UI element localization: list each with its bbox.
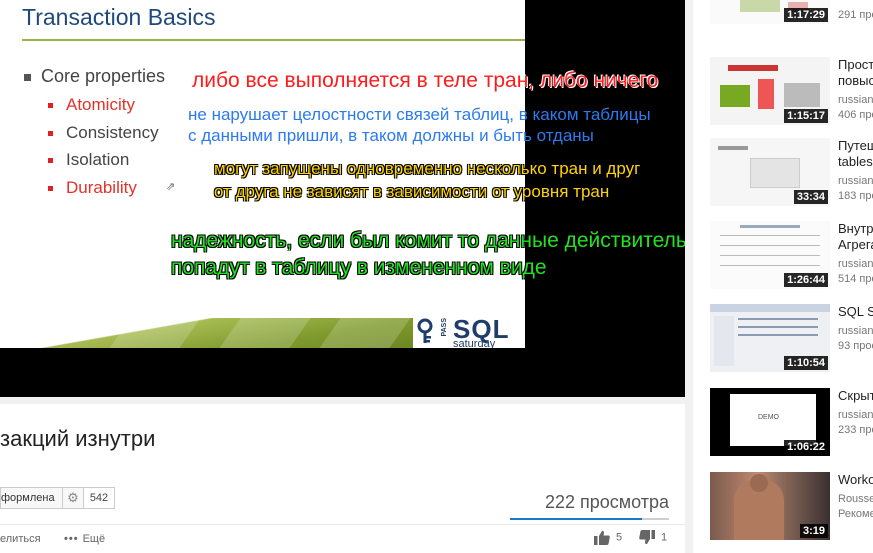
video-title[interactable]: Внутр — [838, 221, 873, 237]
video-duration: 33:34 — [793, 190, 828, 204]
bullet-square-icon — [48, 186, 53, 192]
video-views: 183 прос — [838, 190, 873, 202]
video-title-line2[interactable]: повыс — [838, 73, 873, 89]
video-thumbnail[interactable]: DEMO 1:06:22 — [710, 388, 830, 456]
subtitle-durability-line1: надежность, если был комит то данные дей… — [171, 229, 685, 252]
video-title[interactable]: Скрыт — [838, 388, 873, 404]
share-button[interactable]: елиться — [0, 533, 41, 545]
video-title-line2[interactable]: tables — [838, 154, 873, 170]
subtitle-durability-line2: попадут в таблицу в измененном виде — [171, 256, 547, 279]
video-title-line2[interactable]: Агрега — [838, 237, 873, 253]
video-views: Рекоме — [838, 508, 873, 520]
video-thumbnail[interactable]: 3:19 — [710, 472, 830, 540]
slide-bullet-core: Core properties — [24, 66, 165, 87]
subtitle-isolation-line2: от друга не зависят в зависимости от уро… — [214, 182, 610, 201]
video-channel[interactable]: russian — [838, 93, 873, 107]
slide-item-consistency: Consistency — [48, 123, 159, 143]
video-duration: 1:15:17 — [784, 109, 828, 123]
video-views: 406 прос — [838, 109, 873, 121]
info-divider — [0, 524, 685, 525]
more-dots-icon: ••• — [64, 533, 79, 545]
key-icon — [417, 318, 433, 343]
subtitle-consistency-line2: с данными пришли, в таком должны и быть … — [188, 126, 594, 145]
video-channel[interactable]: russian — [838, 257, 873, 271]
subscription-button[interactable]: формлена — [0, 487, 62, 509]
video-channel[interactable]: russian — [838, 324, 873, 338]
video-duration: 1:17:29 — [784, 8, 828, 22]
recommendations-sidebar: 1:17:29 291 прос 1:15:17 Прост повыс rus… — [693, 0, 873, 553]
video-thumbnail[interactable]: 33:34 — [710, 138, 830, 206]
slide-item-isolation: Isolation — [48, 150, 129, 170]
slide-item-atomicity: Atomicity — [48, 95, 135, 115]
video-views: 93 прос — [838, 340, 873, 352]
dislike-button[interactable]: 1 — [639, 530, 667, 545]
video-thumbnail[interactable]: 1:10:54 — [710, 304, 830, 372]
recommended-video[interactable]: DEMO 1:06:22 Скрыт russian 233 прос — [710, 388, 873, 456]
video-player[interactable]: Transaction Basics Core properties Atomi… — [0, 0, 685, 397]
video-views: 514 прос — [838, 273, 873, 285]
bullet-square-icon — [48, 103, 53, 109]
bullet-square-icon — [48, 158, 53, 164]
view-count: 222 просмотра — [544, 492, 669, 512]
video-title[interactable]: Прост — [838, 57, 873, 73]
video-title[interactable]: Путеш — [838, 138, 873, 154]
like-button[interactable]: 5 — [594, 530, 622, 545]
subtitle-atomicity: либо все выполняется в теле тран, либо н… — [192, 69, 659, 92]
video-info-panel: закций изнутри формлена ⚙ 542 222 просмо… — [0, 404, 685, 553]
thumbs-up-icon — [594, 530, 610, 545]
video-views: 233 прос — [838, 424, 873, 436]
video-duration: 1:26:44 — [784, 273, 828, 287]
subtitle-consistency-line1: не нарушает целостности связей таблиц, в… — [188, 105, 651, 124]
recommended-video[interactable]: 33:34 Путеш tables russian 183 прос — [710, 138, 873, 206]
thumbs-down-icon — [639, 530, 655, 545]
bullet-square-icon — [48, 131, 53, 137]
subscription-settings-gear-icon[interactable]: ⚙ — [62, 487, 84, 509]
subtitle-isolation-line1: могут запущены одновременно несколько тр… — [214, 159, 641, 178]
video-duration: 3:19 — [799, 524, 828, 538]
slide-title-rule — [22, 39, 525, 41]
recommended-video[interactable]: 1:10:54 SQL S russian 93 прос — [710, 304, 873, 372]
video-channel[interactable]: Rousse — [838, 492, 873, 506]
video-title: закций изнутри — [0, 426, 156, 451]
video-channel[interactable]: russian — [838, 408, 873, 422]
more-button[interactable]: ••• Ещё — [64, 533, 105, 545]
video-thumbnail[interactable]: 1:26:44 — [710, 221, 830, 289]
recommended-video[interactable]: 1:17:29 291 прос — [710, 0, 873, 24]
slide-title: Transaction Basics — [22, 4, 216, 30]
video-thumbnail[interactable]: 1:17:29 — [710, 0, 830, 24]
recommended-video[interactable]: 1:15:17 Прост повыс russian 406 прос — [710, 57, 873, 125]
bullet-dot-icon — [24, 73, 31, 81]
recommended-video[interactable]: 3:19 Worko Rousse Рекоме — [710, 472, 873, 540]
like-ratio-fill — [510, 518, 642, 520]
video-title[interactable]: Worko — [838, 472, 873, 488]
like-ratio-bar — [510, 518, 669, 520]
video-title[interactable]: SQL S — [838, 304, 873, 320]
video-thumbnail[interactable]: 1:15:17 — [710, 57, 830, 125]
video-channel[interactable]: russian — [838, 174, 873, 188]
video-duration: 1:10:54 — [784, 356, 828, 370]
recommended-video[interactable]: 1:26:44 Внутр Агрега russian 514 прос — [710, 221, 873, 289]
mouse-cursor-icon: ⇗ — [166, 181, 176, 193]
sql-saturday-logo: PASS SQL saturday — [413, 314, 525, 348]
slide-item-durability: Durability — [48, 178, 137, 198]
video-views: 291 прос — [838, 9, 873, 21]
subscriber-count: 542 — [84, 487, 115, 509]
video-duration: 1:06:22 — [784, 440, 828, 454]
